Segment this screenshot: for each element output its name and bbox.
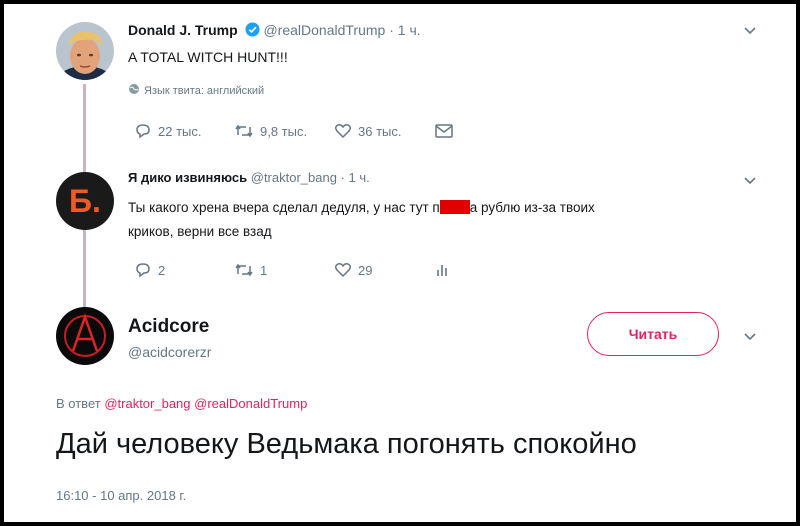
like-button[interactable]: 36 тыс. bbox=[334, 123, 434, 139]
heart-icon bbox=[334, 262, 352, 278]
reply-context: В ответ @traktor_bang @realDonaldTrump bbox=[56, 396, 307, 411]
tweet-text: Ты какого хрена вчера сделал дедуля, у н… bbox=[128, 196, 738, 244]
reply-user-link[interactable]: @realDonaldTrump bbox=[194, 396, 307, 411]
author-handle[interactable]: @realDonaldTrump bbox=[263, 22, 385, 38]
author-handle[interactable]: @acidcorerzr bbox=[128, 344, 211, 360]
tweet-header: Я дико извиняюсь @traktor_bang · 1 ч. bbox=[128, 170, 370, 185]
reply-icon bbox=[134, 262, 152, 278]
chevron-down-icon[interactable] bbox=[742, 172, 758, 193]
heart-icon bbox=[334, 123, 352, 139]
translate-label: Язык твита: английский bbox=[144, 84, 265, 97]
like-button[interactable]: 29 bbox=[334, 262, 434, 278]
tweet-header: Donald J. Trump @realDonaldTrump · 1 ч. bbox=[128, 22, 421, 40]
like-count: 29 bbox=[358, 262, 373, 278]
reply-count: 2 bbox=[158, 262, 166, 278]
retweet-button[interactable]: 1 bbox=[234, 262, 334, 278]
user-avatar[interactable]: Б. bbox=[56, 172, 114, 230]
trump-avatar[interactable] bbox=[56, 22, 114, 80]
like-count: 36 тыс. bbox=[358, 123, 402, 139]
reply-button[interactable]: 2 bbox=[134, 262, 234, 278]
reply-icon bbox=[134, 123, 152, 139]
censor-bar bbox=[439, 200, 470, 214]
envelope-icon bbox=[434, 123, 454, 139]
tweet-actions: 22 тыс. 9,8 тыс. 36 тыс. bbox=[134, 123, 454, 139]
reply-user-link[interactable]: @traktor_bang bbox=[104, 396, 190, 411]
conversation-frame: Donald J. Trump @realDonaldTrump · 1 ч. … bbox=[4, 4, 796, 522]
chevron-down-icon[interactable] bbox=[742, 328, 758, 349]
tweet-text-part: а рублю из-за твоих bbox=[469, 200, 595, 215]
tweet-timestamp[interactable]: 16:10 - 10 апр. 2018 г. bbox=[56, 488, 186, 503]
tweet-time[interactable]: · 1 ч. bbox=[341, 170, 370, 185]
author-handle[interactable]: @traktor_bang bbox=[251, 170, 337, 185]
thread-line bbox=[83, 228, 86, 308]
tweet-text-part: криков, верни все взад bbox=[128, 224, 272, 239]
tweet-text-part: Ты какого хрена вчера сделал дедуля, у н… bbox=[128, 200, 440, 215]
reply-prefix: В ответ bbox=[56, 396, 101, 411]
analytics-icon bbox=[434, 262, 450, 278]
avatar-letter: Б. bbox=[69, 182, 101, 219]
chevron-down-icon[interactable] bbox=[742, 22, 758, 43]
analytics-button[interactable] bbox=[434, 262, 450, 278]
thread-line bbox=[83, 84, 86, 174]
translate-row[interactable]: Язык твита: английский bbox=[128, 83, 264, 98]
author-name[interactable]: Я дико извиняюсь bbox=[128, 170, 247, 185]
tweet-time[interactable]: · 1 ч. bbox=[389, 22, 420, 38]
retweet-button[interactable]: 9,8 тыс. bbox=[234, 123, 334, 139]
follow-button[interactable]: Читать bbox=[587, 312, 719, 356]
verified-icon bbox=[245, 22, 260, 40]
retweet-icon bbox=[234, 123, 254, 139]
author-name[interactable]: Acidcore bbox=[128, 316, 209, 338]
main-tweet-text: Дай человеку Ведьмака погонять спокойно bbox=[56, 428, 637, 460]
reply-button[interactable]: 22 тыс. bbox=[134, 123, 234, 139]
author-name[interactable]: Donald J. Trump bbox=[128, 22, 238, 38]
reply-count: 22 тыс. bbox=[158, 123, 202, 139]
dm-button[interactable] bbox=[434, 123, 454, 139]
retweet-icon bbox=[234, 262, 254, 278]
globe-icon bbox=[128, 83, 140, 98]
acidcore-avatar[interactable] bbox=[56, 307, 114, 365]
retweet-count: 9,8 тыс. bbox=[260, 123, 308, 139]
tweet-text: A TOTAL WITCH HUNT!!! bbox=[128, 49, 288, 65]
tweet-actions: 2 1 29 bbox=[134, 262, 450, 278]
retweet-count: 1 bbox=[260, 262, 268, 278]
